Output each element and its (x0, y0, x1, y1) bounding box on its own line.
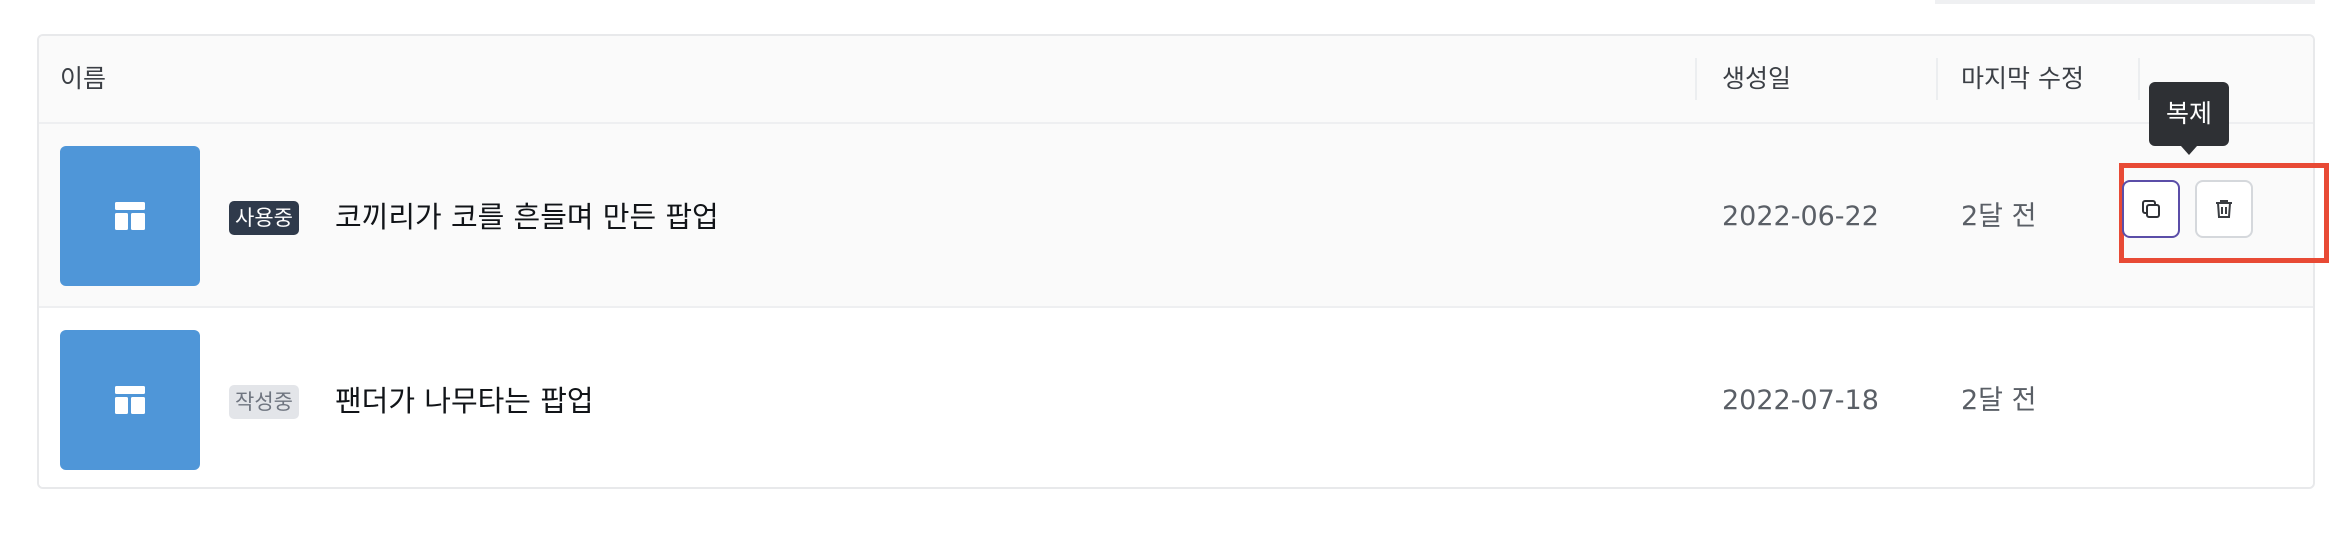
status-badge: 작성중 (229, 385, 299, 419)
column-divider (1936, 58, 1938, 100)
layout-icon (115, 386, 145, 414)
delete-button[interactable] (2195, 180, 2253, 238)
popup-title[interactable]: 팬더가 나무타는 팝업 (335, 374, 594, 428)
table-row[interactable]: 작성중 팬더가 나무타는 팝업 2022-07-18 2달 전 (39, 308, 2313, 487)
popup-thumbnail[interactable] (60, 330, 200, 470)
copy-icon (2142, 200, 2160, 218)
copy-tooltip: 복제 (2149, 82, 2229, 155)
status-badge: 사용중 (229, 201, 299, 235)
column-header-modified[interactable]: 마지막 수정 (1961, 36, 2084, 122)
modified-time: 2달 전 (1961, 385, 2037, 416)
popup-thumbnail[interactable] (60, 146, 200, 286)
column-header-created[interactable]: 생성일 (1722, 36, 1791, 122)
created-date: 2022-06-22 (1722, 201, 1879, 232)
copy-button[interactable] (2122, 180, 2180, 238)
created-date: 2022-07-18 (1722, 385, 1879, 416)
table-header: 이름 생성일 마지막 수정 (39, 36, 2313, 124)
table-row[interactable]: 사용중 코끼리가 코를 흔들며 만든 팝업 2022-06-22 2달 전 (39, 124, 2313, 308)
trash-icon (2216, 200, 2232, 218)
column-divider (1695, 58, 1697, 100)
top-divider (1935, 0, 2315, 4)
column-header-name[interactable]: 이름 (60, 36, 106, 122)
popup-table: 이름 생성일 마지막 수정 사용중 코끼리가 코를 흔들며 만든 팝업 2022… (37, 34, 2315, 489)
modified-time: 2달 전 (1961, 201, 2037, 232)
column-divider (2138, 58, 2140, 100)
popup-title[interactable]: 코끼리가 코를 흔들며 만든 팝업 (335, 190, 719, 244)
layout-icon (115, 202, 145, 230)
